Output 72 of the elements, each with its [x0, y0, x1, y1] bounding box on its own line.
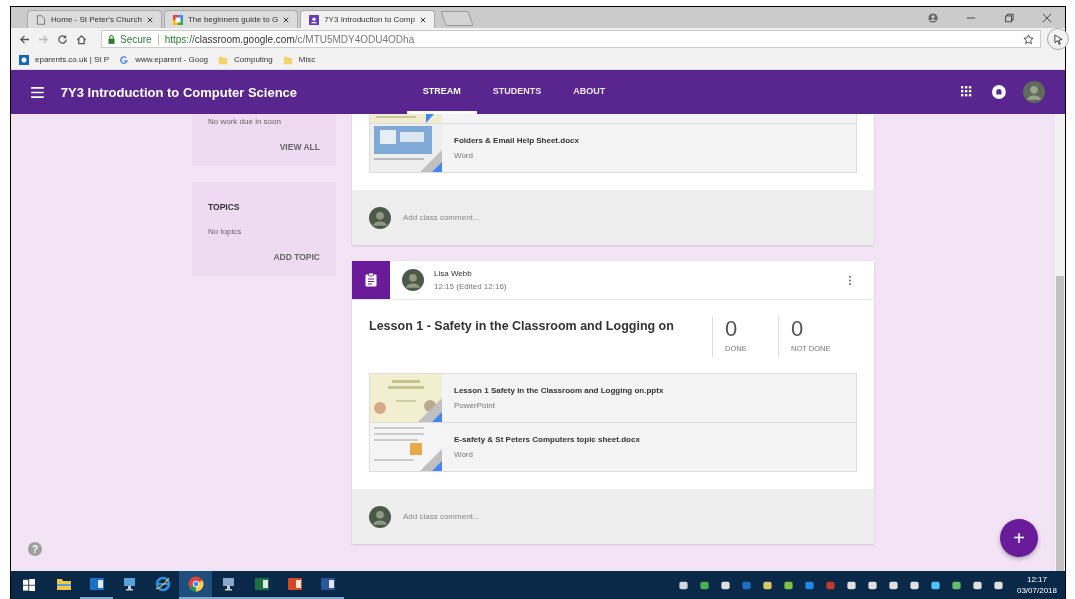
browser-tab[interactable]: Home - St Peter's Church — [27, 10, 162, 28]
add-button[interactable]: + — [1000, 519, 1038, 557]
secure-label: Secure — [120, 33, 152, 45]
stat-count: 0 — [725, 317, 739, 341]
url-text: https://classroom.google.com/c/MTU5MDY4ODU4ODha — [164, 33, 415, 45]
extension-button[interactable] — [1047, 28, 1069, 50]
avatar[interactable] — [1023, 81, 1045, 103]
close-icon[interactable] — [283, 16, 290, 23]
reload-icon[interactable] — [57, 33, 68, 45]
site-icon — [19, 54, 29, 65]
comment-field[interactable]: Add class comment... — [401, 511, 857, 522]
class-title: 7Y3 Introduction to Computer Science — [60, 84, 299, 100]
author-name: Lisa Webb — [434, 269, 473, 278]
attachment[interactable]: Folders & Email Help Sheet.docx Word — [370, 124, 856, 172]
clock[interactable]: 12:17 03/07/2018 — [1016, 575, 1057, 595]
spreadsheet-icon — [253, 576, 270, 592]
menu-icon[interactable] — [31, 86, 44, 98]
taskbar-app[interactable] — [179, 571, 212, 599]
lock-icon — [108, 34, 115, 44]
computers-icon — [121, 576, 138, 592]
stat-count: 0 — [791, 317, 805, 341]
presentation-icon — [286, 576, 303, 592]
assignment-title: Lesson 1 - Safety in the Classroom and Logging on — [369, 318, 675, 335]
address-bar[interactable]: Secure https://classroom.google.com/c/MTU5MDY4ODU4ODha — [101, 30, 1041, 48]
person-icon — [309, 14, 320, 25]
back-arrow-icon[interactable] — [19, 33, 30, 45]
topics-text: No topics — [208, 227, 243, 236]
avatar — [369, 206, 391, 229]
nav-tab[interactable]: ABOUT — [557, 70, 622, 114]
close-icon[interactable] — [1042, 12, 1052, 23]
upcoming-text: No work due in soon — [208, 117, 282, 126]
apps-grid-icon[interactable] — [961, 86, 974, 98]
folder-icon — [282, 54, 293, 65]
close-icon[interactable] — [146, 16, 153, 23]
bookmark[interactable]: Misc — [282, 54, 316, 65]
notification-icon[interactable] — [992, 85, 1006, 99]
nav-tab[interactable]: STUDENTS — [476, 70, 558, 114]
bookmark[interactable]: www.eparent - Goog — [119, 54, 209, 65]
file-type: Word — [454, 450, 474, 459]
attachment[interactable]: Lesson 1 Safety in the Classroom and Logging on.pptx PowerPoint — [370, 374, 856, 422]
star-icon[interactable] — [1023, 33, 1034, 45]
file-type: PowerPoint — [454, 401, 496, 410]
monitor-icon — [220, 576, 237, 592]
cursor-icon — [1053, 33, 1063, 45]
bookmark[interactable]: Computing — [218, 54, 273, 65]
file-type: Word — [454, 151, 474, 160]
avatar — [402, 269, 424, 291]
folder-icon — [55, 576, 72, 592]
topics-heading: TOPICS — [208, 202, 241, 212]
restore-icon[interactable] — [1004, 12, 1014, 23]
chrome-icon — [187, 576, 204, 592]
close-icon[interactable] — [419, 16, 426, 23]
bookmark[interactable]: eparents.co.uk | St P — [19, 54, 110, 65]
more-options-icon[interactable] — [848, 274, 852, 286]
post-time: 12:15 (Edited 12:16) — [434, 282, 508, 291]
page-icon — [36, 14, 46, 25]
file-name: E-safety & St Peters Computers topic sheet.docx — [454, 435, 640, 444]
attachment[interactable]: E-safety & St Peters Computers topic sheet.docx Word — [370, 422, 856, 471]
file-name: Lesson 1 Safety in the Classroom and Logging on.pptx — [454, 386, 664, 395]
avatar — [369, 505, 391, 528]
browser-tab[interactable]: The beginners guide to G — [163, 10, 299, 28]
windows-start-icon[interactable] — [23, 579, 35, 591]
comment-field[interactable]: Add class comment... — [401, 212, 857, 223]
view-all-link[interactable]: VIEW ALL — [279, 142, 320, 152]
document-icon — [319, 576, 336, 592]
file-name: Folders & Email Help Sheet.docx — [454, 136, 579, 145]
scrollbar-thumb[interactable] — [1056, 276, 1064, 571]
google-icon — [119, 54, 130, 65]
add-topic-link[interactable]: ADD TOPIC — [273, 252, 320, 262]
folder-icon — [218, 54, 229, 65]
account-icon[interactable] — [928, 12, 938, 23]
browser-tab[interactable]: 7Y3 Introduction to Comp — [300, 10, 435, 28]
